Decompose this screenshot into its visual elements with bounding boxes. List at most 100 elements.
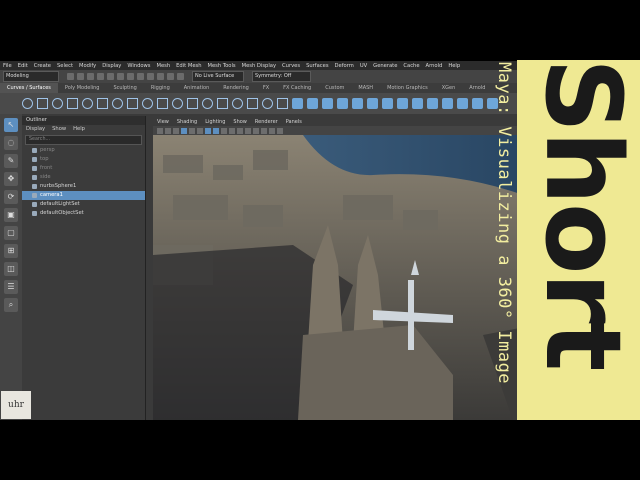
fillet-curve-icon[interactable] bbox=[247, 98, 258, 109]
outliner-item[interactable]: front bbox=[22, 164, 145, 173]
menu-item-edit-mesh[interactable]: Edit Mesh bbox=[173, 63, 204, 69]
menu-item-generate[interactable]: Generate bbox=[370, 63, 400, 69]
shelf-tab-mash[interactable]: MASH bbox=[351, 85, 380, 91]
boundary-icon[interactable] bbox=[457, 98, 468, 109]
menu-item-deform[interactable]: Deform bbox=[332, 63, 357, 69]
snap-curve-icon[interactable] bbox=[157, 73, 164, 80]
viewport-menu-lighting[interactable]: Lighting bbox=[205, 119, 225, 125]
shelf-tab-xgen[interactable]: XGen bbox=[435, 85, 463, 91]
snap-point-icon[interactable] bbox=[167, 73, 174, 80]
shelf-tab-fx-caching[interactable]: FX Caching bbox=[276, 85, 318, 91]
menu-item-mesh-display[interactable]: Mesh Display bbox=[239, 63, 279, 69]
shelf-tab-arnold[interactable]: Arnold bbox=[462, 85, 492, 91]
shelf-tab-motion-graphics[interactable]: Motion Graphics bbox=[380, 85, 435, 91]
menu-item-surfaces[interactable]: Surfaces bbox=[303, 63, 331, 69]
shelf-tab-custom[interactable]: Custom bbox=[318, 85, 351, 91]
open-scene-icon[interactable] bbox=[77, 73, 84, 80]
rebuild-curve-icon[interactable] bbox=[172, 98, 183, 109]
square-surface-icon[interactable] bbox=[472, 98, 483, 109]
nurbs-cylinder-icon[interactable] bbox=[322, 98, 333, 109]
menu-item-select[interactable]: Select bbox=[54, 63, 76, 69]
outliner-item[interactable]: defaultObjectSet bbox=[22, 209, 145, 218]
nurbs-circle-icon[interactable] bbox=[52, 98, 63, 109]
single-layout-icon[interactable]: ▢ bbox=[4, 226, 18, 240]
menu-item-create[interactable]: Create bbox=[31, 63, 54, 69]
select-object-icon[interactable] bbox=[127, 73, 134, 80]
four-view-layout-icon[interactable]: ⊞ bbox=[4, 244, 18, 258]
rotate-tool-icon[interactable]: ⟳ bbox=[4, 190, 18, 204]
menu-item-modify[interactable]: Modify bbox=[76, 63, 99, 69]
extrude-icon[interactable] bbox=[427, 98, 438, 109]
pencil-curve-icon[interactable] bbox=[97, 98, 108, 109]
menu-item-mesh[interactable]: Mesh bbox=[153, 63, 173, 69]
outliner-item[interactable]: nurbsSphere1 bbox=[22, 182, 145, 191]
snap-grid-icon[interactable] bbox=[147, 73, 154, 80]
symmetry-select[interactable]: Symmetry: Off bbox=[252, 71, 311, 82]
arc-icon[interactable] bbox=[112, 98, 123, 109]
square-curve-icon[interactable] bbox=[37, 98, 48, 109]
menu-item-arnold[interactable]: Arnold bbox=[423, 63, 446, 69]
circle-curve-icon[interactable] bbox=[22, 98, 33, 109]
zoom-icon[interactable]: ⌕ bbox=[4, 298, 18, 312]
offset-curve-icon[interactable] bbox=[232, 98, 243, 109]
grid-toggle-icon[interactable] bbox=[181, 127, 187, 134]
undo-icon[interactable] bbox=[97, 73, 104, 80]
bezier-icon[interactable] bbox=[127, 98, 138, 109]
menu-item-edit[interactable]: Edit bbox=[15, 63, 31, 69]
shadows-icon[interactable] bbox=[237, 127, 243, 134]
lights-icon[interactable] bbox=[229, 127, 235, 134]
cut-curve-icon[interactable] bbox=[262, 98, 273, 109]
shelf-tab-sculpting[interactable]: Sculpting bbox=[106, 85, 143, 91]
nurbs-cone-icon[interactable] bbox=[337, 98, 348, 109]
smooth-shade-icon[interactable] bbox=[213, 127, 219, 134]
outliner-item[interactable]: camera1 bbox=[22, 191, 145, 200]
menu-item-curves[interactable]: Curves bbox=[279, 63, 303, 69]
live-surface-field[interactable]: No Live Surface bbox=[192, 71, 244, 82]
viewport-menu-view[interactable]: View bbox=[157, 119, 169, 125]
revolve-icon[interactable] bbox=[382, 98, 393, 109]
move-tool-icon[interactable]: ✥ bbox=[4, 172, 18, 186]
wireframe-icon[interactable] bbox=[205, 127, 211, 134]
outliner-menu-show[interactable]: Show bbox=[52, 125, 66, 134]
insert-knot-icon[interactable] bbox=[217, 98, 228, 109]
select-hierarchy-icon[interactable] bbox=[117, 73, 124, 80]
new-scene-icon[interactable] bbox=[67, 73, 74, 80]
menu-item-cache[interactable]: Cache bbox=[400, 63, 422, 69]
film-gate-icon[interactable] bbox=[189, 127, 195, 134]
mode-select[interactable]: Modeling bbox=[3, 71, 59, 82]
paint-select-icon[interactable]: ✎ bbox=[4, 154, 18, 168]
shelf-tab-curves-surfaces[interactable]: Curves / Surfaces bbox=[0, 83, 58, 93]
camera-attributes-icon[interactable] bbox=[157, 127, 163, 134]
detach-curves-icon[interactable] bbox=[157, 98, 168, 109]
menu-item-uv[interactable]: UV bbox=[357, 63, 370, 69]
anti-aliasing-icon[interactable] bbox=[261, 127, 267, 134]
outliner-menu-help[interactable]: Help bbox=[73, 125, 85, 134]
outliner-menu-display[interactable]: Display bbox=[26, 125, 45, 134]
nurbs-torus-icon[interactable] bbox=[367, 98, 378, 109]
reverse-curve-icon[interactable] bbox=[187, 98, 198, 109]
shelf-tab-animation[interactable]: Animation bbox=[177, 85, 217, 91]
ep-curve-icon[interactable] bbox=[82, 98, 93, 109]
isolate-select-icon[interactable] bbox=[269, 127, 275, 134]
menu-item-help[interactable]: Help bbox=[445, 63, 463, 69]
shelf-tab-rigging[interactable]: Rigging bbox=[144, 85, 177, 91]
viewport-menu-panels[interactable]: Panels bbox=[286, 119, 302, 125]
redo-icon[interactable] bbox=[107, 73, 114, 80]
viewport-menu-shading[interactable]: Shading bbox=[177, 119, 197, 125]
motion-blur-icon[interactable] bbox=[253, 127, 259, 134]
outliner-item[interactable]: top bbox=[22, 155, 145, 164]
outliner-item[interactable]: side bbox=[22, 173, 145, 182]
select-component-icon[interactable] bbox=[137, 73, 144, 80]
viewport-menu-show[interactable]: Show bbox=[233, 119, 247, 125]
snap-view-icon[interactable] bbox=[177, 73, 184, 80]
shelf-tab-poly-modeling[interactable]: Poly Modeling bbox=[58, 85, 107, 91]
outliner-search-input[interactable]: Search... bbox=[25, 135, 142, 145]
select-tool-icon[interactable]: ↖ bbox=[4, 118, 18, 132]
menu-item-mesh-tools[interactable]: Mesh Tools bbox=[205, 63, 239, 69]
intersect-curve-icon[interactable] bbox=[277, 98, 288, 109]
birail-icon[interactable] bbox=[442, 98, 453, 109]
nurbs-plane-icon[interactable] bbox=[352, 98, 363, 109]
planar-icon[interactable] bbox=[412, 98, 423, 109]
menu-item-windows[interactable]: Windows bbox=[124, 63, 153, 69]
bookmark-icon[interactable] bbox=[165, 127, 171, 134]
